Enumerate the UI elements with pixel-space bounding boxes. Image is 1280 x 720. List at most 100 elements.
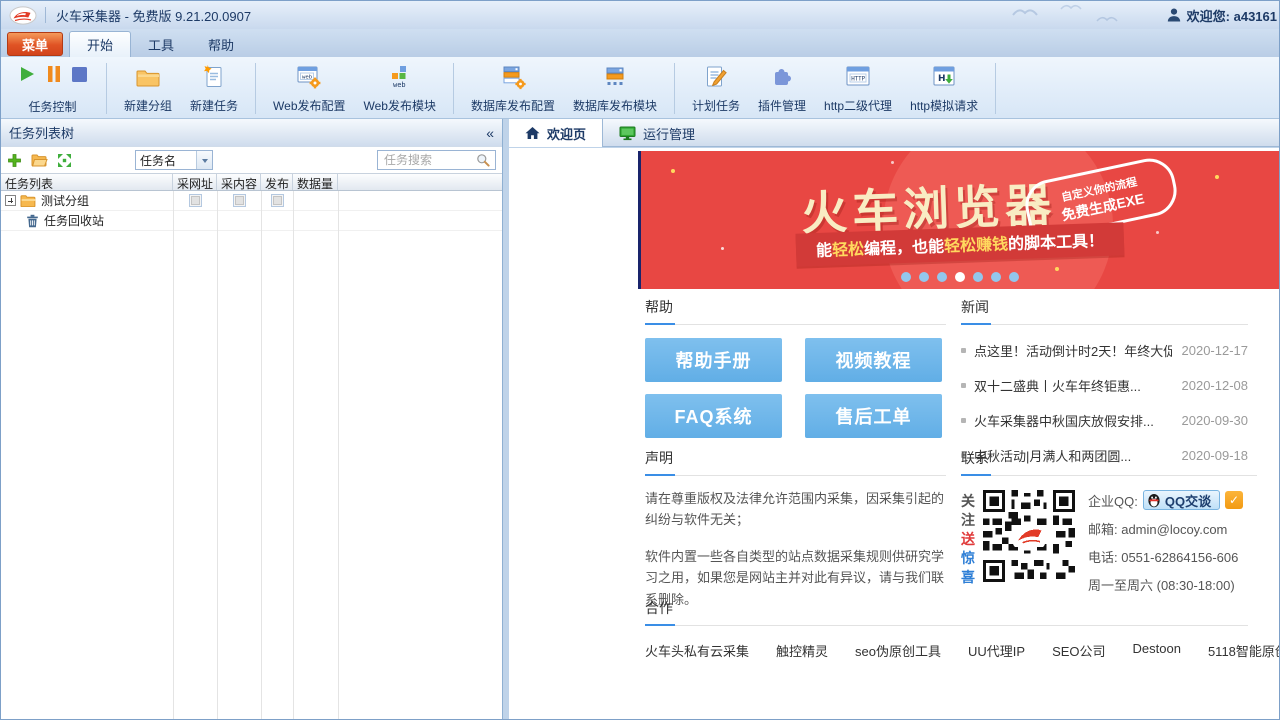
list-item[interactable]: 点这里！活动倒计时2天！年终大促五... 2020-12-17 <box>961 341 1248 360</box>
trash-icon <box>26 214 39 228</box>
qr-code <box>983 490 1075 594</box>
folder-icon <box>135 62 162 92</box>
add-icon[interactable] <box>7 153 22 168</box>
promo-banner[interactable]: 火车浏览器 自定义你的流程 免费生成EXE 能轻松编程，也能轻松赚钱的脚本工具！ <box>638 151 1279 289</box>
web-module-icon: web <box>387 62 413 92</box>
main-area: 任务列表树 « <box>1 119 1279 719</box>
follow-gift-vertical-text: 关 注 送 惊 喜 <box>961 492 975 594</box>
faq-button[interactable]: FAQ系统 <box>645 394 782 438</box>
bullet-icon <box>961 383 966 388</box>
http-proxy-button[interactable]: HTTP http二级代理 <box>815 61 901 116</box>
birds-decoration-icon <box>1009 1 1129 27</box>
column-task-list[interactable]: 任务列表 <box>1 174 173 190</box>
carousel-dot[interactable] <box>937 272 947 282</box>
contact-section: 联系 关 注 送 惊 喜 <box>961 448 1257 594</box>
task-tree-panel: 任务列表树 « <box>1 119 503 719</box>
menu-button[interactable]: 菜单 <box>7 32 63 56</box>
list-item[interactable]: 火车采集器中秋国庆放假安排... 2020-09-30 <box>961 411 1248 430</box>
after-sale-button[interactable]: 售后工单 <box>805 394 942 438</box>
table-row-group[interactable]: 测试分组 <box>1 191 502 211</box>
tab-run-manage[interactable]: 运行管理 <box>603 119 711 147</box>
svg-text:web: web <box>393 81 406 89</box>
folder-icon <box>20 194 36 207</box>
checkbox-fetch-url[interactable] <box>189 194 202 207</box>
carousel-dots <box>901 272 1019 282</box>
ribbon-tab-tools[interactable]: 工具 <box>131 31 191 57</box>
pause-icon[interactable] <box>46 65 62 83</box>
ribbon-tab-start[interactable]: 开始 <box>69 31 131 57</box>
web-publish-module-button[interactable]: web Web发布模块 <box>355 61 445 116</box>
list-item[interactable]: 双十二盛典丨火车年终钜惠... 2020-12-08 <box>961 376 1248 395</box>
task-control-label: 任务控制 <box>28 98 76 115</box>
carousel-dot[interactable] <box>1009 272 1019 282</box>
app-window: 火车采集器 - 免费版 9.21.20.0907 欢迎您: a43161 菜单 … <box>0 0 1280 720</box>
shield-check-icon[interactable]: ✓ <box>1225 491 1243 509</box>
table-row-recycle[interactable]: 任务回收站 <box>1 211 502 231</box>
task-grid: 任务列表 采网址 采内容 发布 数据量 <box>1 173 502 719</box>
plugin-manage-button[interactable]: 插件管理 <box>749 61 815 116</box>
web-config-icon: web <box>295 62 323 92</box>
carousel-dot[interactable] <box>919 272 929 282</box>
task-search-box <box>377 150 496 170</box>
qq-label: 企业QQ: <box>1088 491 1138 510</box>
contact-heading: 联系 <box>961 450 989 466</box>
puzzle-icon <box>769 62 795 92</box>
document-tabs: 欢迎页 运行管理 <box>509 119 1279 147</box>
schedule-task-button[interactable]: 计划任务 <box>683 61 749 116</box>
ribbon-separator <box>674 63 675 114</box>
carousel-dot-active[interactable] <box>955 272 965 282</box>
ribbon-separator <box>995 63 996 114</box>
column-publish[interactable]: 发布 <box>261 174 293 190</box>
carousel-dot[interactable] <box>901 272 911 282</box>
checkbox-fetch-content[interactable] <box>233 194 246 207</box>
partner-link[interactable]: Destoon <box>1133 641 1181 660</box>
contact-hours: 周一至周六 (08:30-18:00) <box>1088 575 1243 594</box>
database-module-icon <box>602 62 628 92</box>
http-window-icon: HTTP <box>844 62 872 92</box>
contact-email: 邮箱: admin@locoy.com <box>1088 519 1243 538</box>
task-tree-header: 任务列表树 « <box>1 119 502 147</box>
partner-link[interactable]: SEO公司 <box>1052 641 1105 660</box>
db-publish-module-button[interactable]: 数据库发布模块 <box>564 61 666 116</box>
video-tutorial-button[interactable]: 视频教程 <box>805 338 942 382</box>
task-search-input[interactable] <box>384 153 476 167</box>
carousel-dot[interactable] <box>991 272 1001 282</box>
http-request-button[interactable]: H http模拟请求 <box>901 61 987 116</box>
chevron-down-icon <box>196 151 212 169</box>
web-publish-config-button[interactable]: web Web发布配置 <box>264 61 354 116</box>
grid-column-lines <box>1 191 502 719</box>
partner-link[interactable]: 火车头私有云采集 <box>645 641 749 660</box>
title-bar: 火车采集器 - 免费版 9.21.20.0907 欢迎您: a43161 <box>1 1 1279 29</box>
database-config-icon <box>499 62 527 92</box>
stop-icon[interactable] <box>71 66 88 83</box>
new-task-button[interactable]: 新建任务 <box>181 61 247 116</box>
checkbox-publish[interactable] <box>271 194 284 207</box>
tab-welcome[interactable]: 欢迎页 <box>509 119 603 147</box>
new-group-button[interactable]: 新建分组 <box>115 61 181 116</box>
play-icon[interactable] <box>17 64 37 84</box>
partner-link[interactable]: seo伪原创工具 <box>855 641 941 660</box>
column-fetch-url[interactable]: 采网址 <box>173 174 217 190</box>
db-publish-config-button[interactable]: 数据库发布配置 <box>462 61 564 116</box>
tree-expand-plus-icon[interactable] <box>5 195 16 206</box>
task-grid-header: 任务列表 采网址 采内容 发布 数据量 <box>1 173 502 191</box>
column-fetch-content[interactable]: 采内容 <box>217 174 261 190</box>
open-folder-icon[interactable] <box>31 153 48 167</box>
task-filter-dropdown[interactable]: 任务名 <box>135 150 213 170</box>
ribbon-tab-help[interactable]: 帮助 <box>191 31 251 57</box>
task-control-group: 任务控制 <box>7 61 98 116</box>
column-data-count[interactable]: 数据量 <box>293 174 338 190</box>
qq-chat-button[interactable]: QQ交谈 <box>1143 490 1220 510</box>
partner-links: 火车头私有云采集 触控精灵 seo伪原创工具 UU代理IP SEO公司 Dest… <box>645 641 1248 660</box>
collapse-panel-icon[interactable]: « <box>486 125 494 141</box>
welcome-content: 火车浏览器 自定义你的流程 免费生成EXE 能轻松编程，也能轻松赚钱的脚本工具！ <box>509 148 1279 719</box>
bullet-icon <box>961 348 966 353</box>
expand-all-icon[interactable] <box>57 153 72 168</box>
partner-link[interactable]: 触控精灵 <box>776 641 828 660</box>
partner-link[interactable]: UU代理IP <box>968 641 1025 660</box>
ribbon-separator <box>453 63 454 114</box>
help-manual-button[interactable]: 帮助手册 <box>645 338 782 382</box>
partner-link[interactable]: 5118智能原创 <box>1208 641 1279 660</box>
search-icon[interactable] <box>476 153 490 167</box>
carousel-dot[interactable] <box>973 272 983 282</box>
